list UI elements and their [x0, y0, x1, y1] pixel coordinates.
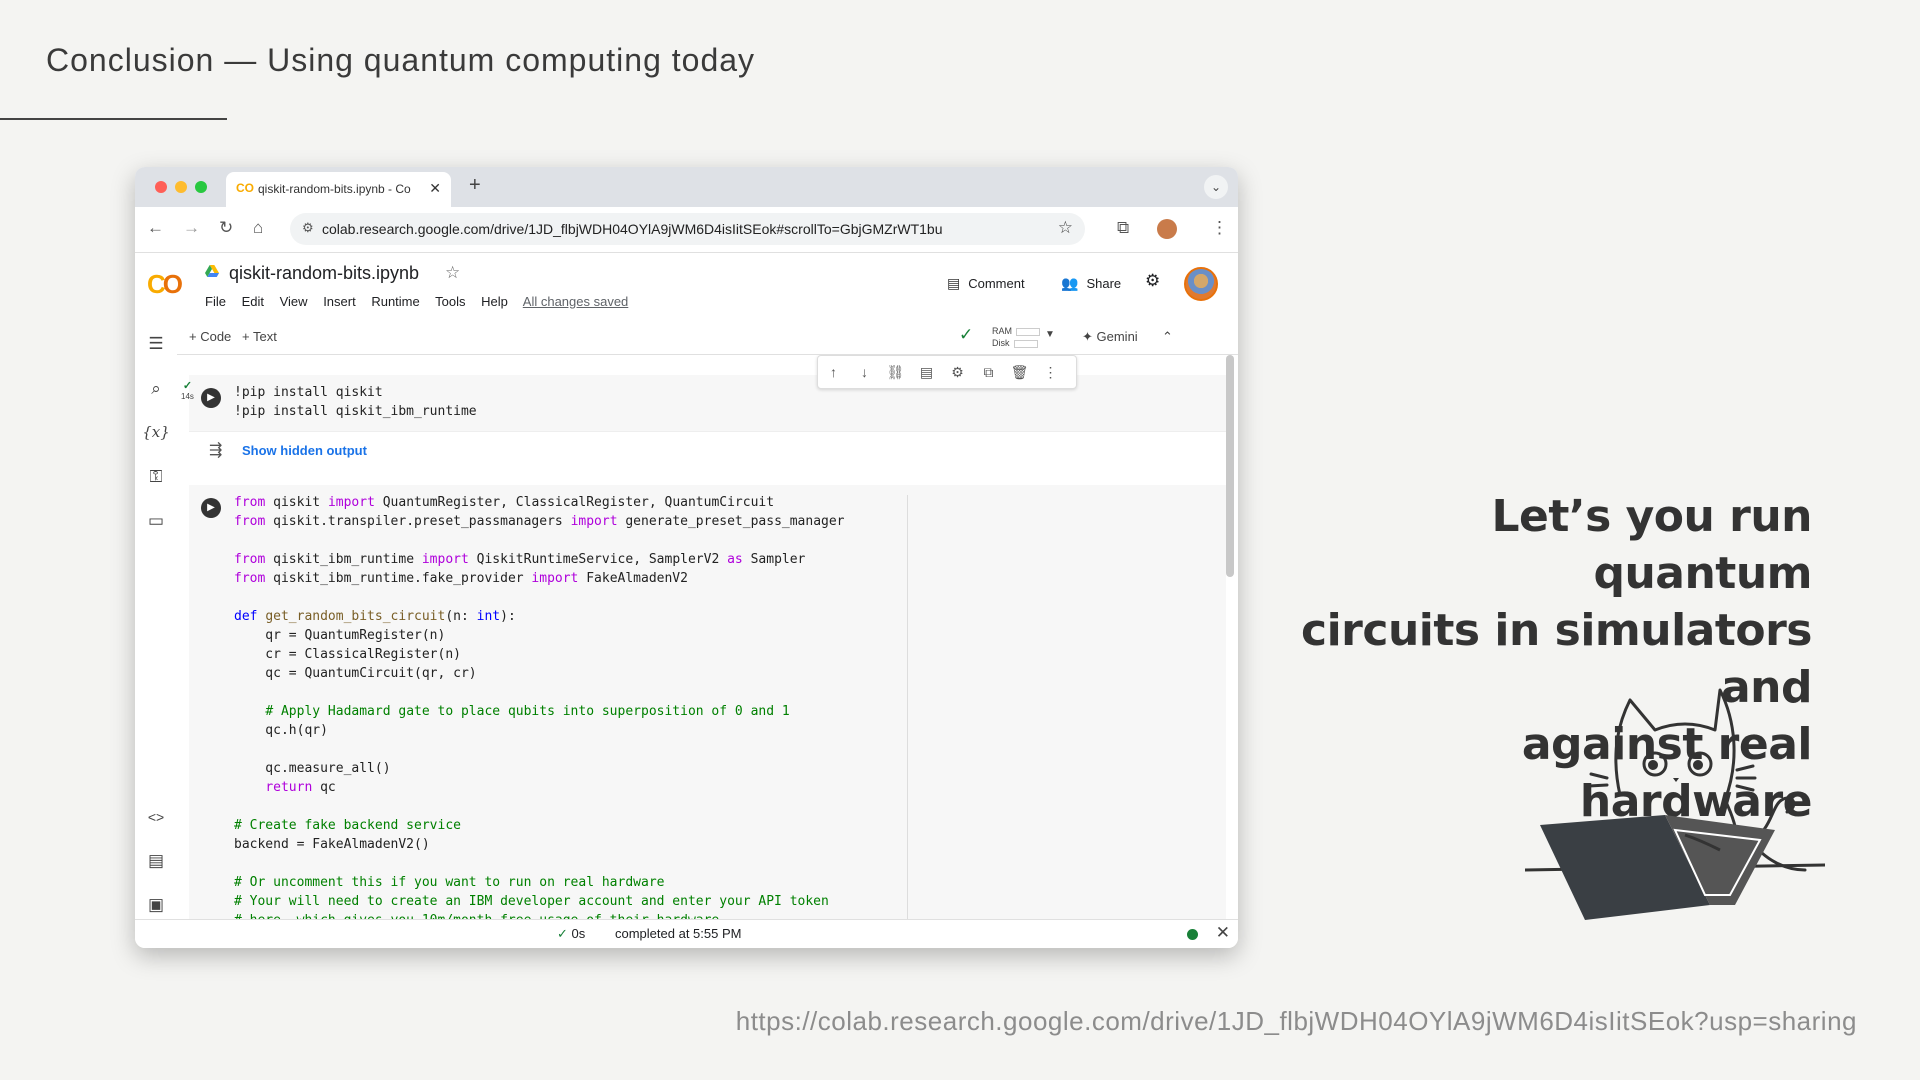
colab-logo[interactable]: CO [147, 269, 183, 300]
run-cell-button[interactable]: ▶ [201, 388, 221, 408]
maximize-window-button[interactable] [195, 181, 207, 193]
tab-bar: CO qiskit-random-bits.ipynb - Co ✕ + ⌄ [135, 167, 1238, 207]
site-info-icon[interactable]: ⚙ [302, 220, 314, 236]
forward-icon[interactable]: → [183, 218, 200, 238]
table-of-contents-icon[interactable]: ☰ [135, 334, 177, 354]
status-text: completed at 5:55 PM [615, 926, 742, 941]
address-url: colab.research.google.com/drive/1JD_flbj… [322, 221, 943, 237]
reload-icon[interactable]: ↻ [219, 218, 233, 238]
disk-label: Disk [992, 338, 1010, 348]
colab-favicon-icon: CO [236, 181, 254, 195]
menu-view[interactable]: View [280, 294, 308, 309]
show-hidden-output-link[interactable]: Show hidden output [242, 443, 367, 458]
tagline-line-1: Let’s you run quantum [1491, 491, 1812, 599]
gemini-icon: ✦ [1082, 329, 1097, 344]
menu-bar: File Edit View Insert Runtime Tools Help… [205, 294, 640, 309]
terminal-icon[interactable]: ▣ [135, 895, 177, 915]
share-button[interactable]: 👥 Share [1061, 275, 1121, 292]
chevron-down-icon[interactable]: ⌄ [1204, 175, 1228, 199]
save-status[interactable]: All changes saved [523, 294, 629, 309]
menu-edit[interactable]: Edit [242, 294, 264, 309]
execution-status: ✓ 14s [181, 380, 194, 402]
close-tab-icon[interactable]: ✕ [429, 180, 441, 197]
comment-button[interactable]: ▤ Comment [947, 275, 1025, 292]
runtime-dropdown-icon[interactable]: ▼ [1045, 329, 1055, 340]
output-toggle-icon[interactable]: ⇶ [209, 440, 222, 460]
collapse-chevron-icon[interactable]: ⌃ [1162, 329, 1173, 345]
cell-toolbar: + Code + Text ✓ RAM Disk ▼ ✦ Gemini ⌃ [177, 319, 1238, 355]
code-cell-2[interactable]: ▶ from qiskit import QuantumRegister, Cl… [189, 485, 1226, 920]
home-icon[interactable]: ⌂ [253, 218, 263, 238]
resource-monitor[interactable]: RAM Disk [992, 325, 1040, 349]
hidden-output-row: ⇶ Show hidden output [189, 431, 1226, 468]
status-duration: ✓ 0s [557, 926, 586, 941]
nav-bar: ← → ↻ ⌂ ⚙ colab.research.google.com/driv… [135, 207, 1238, 253]
back-icon[interactable]: ← [147, 218, 164, 238]
close-icon[interactable]: ✕ [1216, 923, 1230, 943]
title-rule [0, 118, 227, 120]
slide-title: Conclusion — Using quantum computing tod… [46, 42, 756, 78]
comment-icon: ▤ [947, 275, 961, 291]
browser-window: CO qiskit-random-bits.ipynb - Co ✕ + ⌄ ←… [135, 167, 1238, 948]
share-icon: 👥 [1061, 275, 1079, 291]
cell-actions-toolbar: ↑ ↓ ⛓ ▤ ⚙ ⧉ 🗑 ⋮ [817, 355, 1077, 389]
more-options-icon[interactable]: ⋮ [1035, 356, 1066, 388]
mirror-cell-icon[interactable]: ⧉ [973, 356, 1004, 388]
new-tab-icon[interactable]: + [469, 174, 481, 197]
delete-icon[interactable]: 🗑 [1004, 356, 1035, 388]
notebook-content: ↑ ↓ ⛓ ▤ ⚙ ⧉ 🗑 ⋮ ✓ 14s ▶ !pip install qiskit !pip… [177, 355, 1238, 920]
bookmark-star-icon[interactable]: ☆ [1058, 218, 1073, 238]
files-folder-icon[interactable]: ▭ [135, 511, 177, 531]
colab-header: CO qiskit-random-bits.ipynb ☆ File Edit … [135, 253, 1238, 320]
variables-icon[interactable]: {x} [135, 423, 177, 441]
gemini-button[interactable]: ✦ Gemini [1082, 329, 1138, 345]
scrollbar[interactable] [1226, 355, 1234, 577]
extensions-icon[interactable]: ⧉ [1117, 218, 1129, 238]
left-sidebar: ☰ ⌕ {x} ⚿ ▭ <> ▤ ▣ [135, 319, 178, 920]
tab-title: qiskit-random-bits.ipynb - Co [258, 182, 411, 196]
code-editor[interactable]: from qiskit import QuantumRegister, Clas… [234, 493, 845, 920]
menu-tools[interactable]: Tools [435, 294, 465, 309]
user-avatar[interactable] [1184, 267, 1218, 301]
star-icon[interactable]: ☆ [445, 263, 460, 283]
link-icon[interactable]: ⛓ [880, 356, 911, 388]
footer-url[interactable]: https://colab.research.google.com/drive/… [736, 1006, 1857, 1037]
search-icon[interactable]: ⌕ [135, 379, 177, 399]
secrets-key-icon[interactable]: ⚿ [135, 467, 177, 487]
address-bar[interactable]: ⚙ colab.research.google.com/drive/1JD_fl… [290, 213, 1085, 245]
browser-tab[interactable]: CO qiskit-random-bits.ipynb - Co ✕ [226, 172, 451, 207]
connected-check-icon: ✓ [959, 325, 974, 344]
browser-menu-icon[interactable]: ⋮ [1211, 218, 1228, 238]
profile-avatar[interactable] [1157, 219, 1177, 239]
close-window-button[interactable] [155, 181, 167, 193]
cat-laptop-illustration [1525, 688, 1825, 920]
move-up-icon[interactable]: ↑ [818, 356, 849, 388]
share-label: Share [1086, 276, 1122, 291]
comment-cell-icon[interactable]: ▤ [911, 356, 942, 388]
code-snippets-icon[interactable]: <> [135, 809, 177, 825]
settings-gear-icon[interactable]: ⚙ [1145, 271, 1160, 291]
comment-label: Comment [968, 276, 1025, 291]
status-bar: ✓ 0s completed at 5:55 PM ✕ [135, 919, 1238, 948]
code-editor[interactable]: !pip install qiskit !pip install qiskit_… [234, 383, 477, 421]
google-drive-icon [205, 265, 219, 277]
add-code-button[interactable]: + Code [189, 329, 231, 344]
ram-label: RAM [992, 326, 1012, 336]
minimize-window-button[interactable] [175, 181, 187, 193]
line-length-ruler [907, 495, 908, 920]
add-text-button[interactable]: + Text [242, 329, 277, 344]
command-palette-icon[interactable]: ▤ [135, 851, 177, 871]
notebook-title[interactable]: qiskit-random-bits.ipynb [229, 263, 419, 284]
connection-status-dot [1187, 929, 1198, 940]
menu-insert[interactable]: Insert [323, 294, 356, 309]
gemini-label: Gemini [1096, 329, 1138, 344]
menu-help[interactable]: Help [481, 294, 508, 309]
run-cell-button[interactable]: ▶ [201, 498, 221, 518]
menu-file[interactable]: File [205, 294, 226, 309]
move-down-icon[interactable]: ↓ [849, 356, 880, 388]
menu-runtime[interactable]: Runtime [371, 294, 419, 309]
cell-settings-icon[interactable]: ⚙ [942, 356, 973, 388]
